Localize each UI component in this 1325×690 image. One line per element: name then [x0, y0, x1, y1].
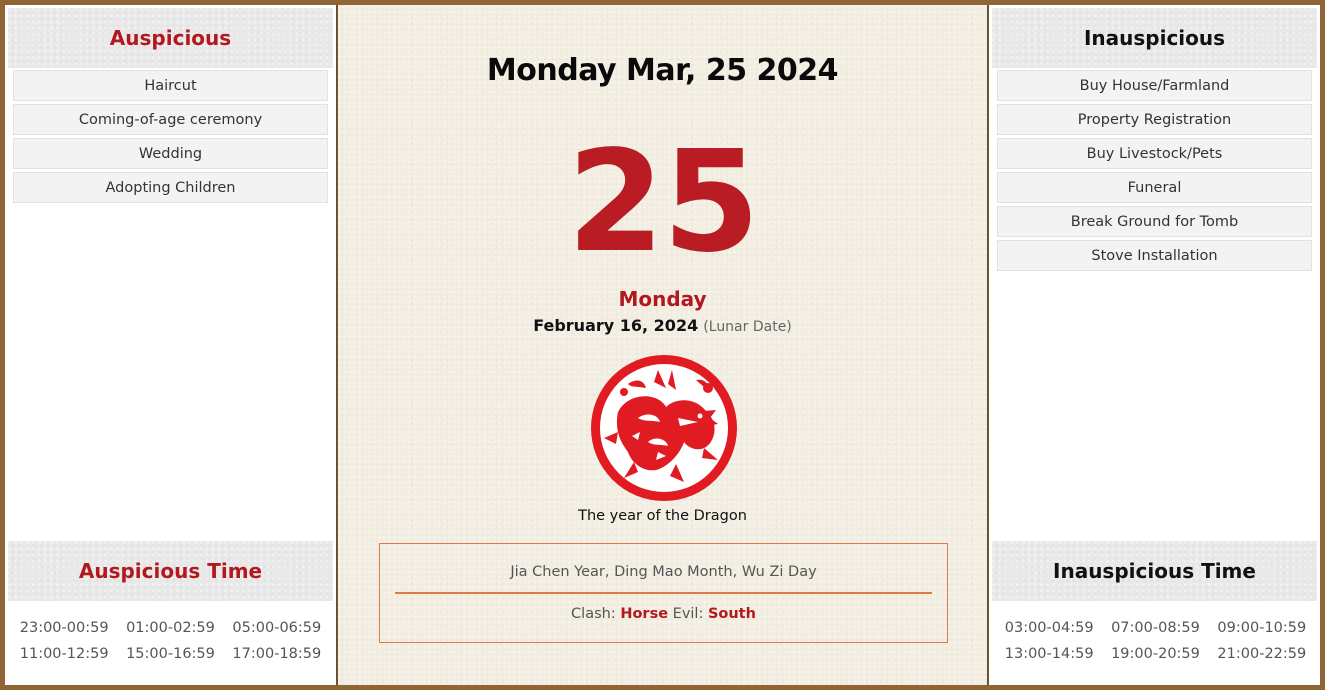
inauspicious-item[interactable]: Buy House/Farmland [997, 70, 1312, 101]
clash-evil-line: Clash: Horse Evil: South [380, 606, 947, 622]
info-divider [395, 592, 932, 594]
inauspicious-item[interactable]: Stove Installation [997, 240, 1312, 271]
auspicious-item[interactable]: Coming-of-age ceremony [13, 104, 328, 135]
inauspicious-heading: Inauspicious [992, 8, 1317, 68]
inauspicious-item[interactable]: Buy Livestock/Pets [997, 138, 1312, 169]
time-slot: 01:00-02:59 [126, 620, 215, 636]
ganzhi-text: Jia Chen Year, Ding Mao Month, Wu Zi Day [510, 564, 817, 580]
dragon-papercut-icon [591, 355, 737, 501]
time-slot: 23:00-00:59 [19, 620, 109, 636]
inauspicious-item[interactable]: Funeral [997, 172, 1312, 203]
time-slot: 03:00-04:59 [1004, 620, 1094, 636]
inauspicious-list: Buy House/Farmland Property Registration… [997, 70, 1312, 274]
lunar-date-value: February 16, 2024 [533, 316, 699, 335]
time-slot: 21:00-22:59 [1217, 646, 1307, 662]
time-slot: 19:00-20:59 [1111, 646, 1200, 662]
auspicious-list: Haircut Coming-of-age ceremony Wedding A… [13, 70, 328, 206]
auspicious-item[interactable]: Wedding [13, 138, 328, 169]
auspicious-item[interactable]: Adopting Children [13, 172, 328, 203]
time-slot: 17:00-18:59 [232, 646, 322, 662]
auspicious-sidebar: Auspicious Haircut Coming-of-age ceremon… [5, 5, 335, 685]
auspicious-heading: Auspicious [8, 8, 333, 68]
zodiac-year-caption: The year of the Dragon [578, 508, 747, 524]
inauspicious-item[interactable]: Property Registration [997, 104, 1312, 135]
time-slot: 05:00-06:59 [232, 620, 322, 636]
evil-value: South [707, 606, 756, 622]
clash-label: Clash: [571, 606, 616, 622]
date-panel: Monday Mar, 25 2024 25 Monday February 1… [336, 5, 989, 685]
time-slot: 09:00-10:59 [1217, 620, 1307, 636]
lunar-date: February 16, 2024 (Lunar Date) [338, 316, 987, 335]
auspicious-time-grid: 23:00-00:59 01:00-02:59 05:00-06:59 11:0… [5, 618, 335, 664]
time-slot: 13:00-14:59 [1004, 646, 1094, 662]
almanac-frame: Auspicious Haircut Coming-of-age ceremon… [5, 5, 1320, 685]
clash-value: Horse [620, 606, 669, 622]
day-number: 25 [567, 121, 760, 284]
inauspicious-time-grid: 03:00-04:59 07:00-08:59 09:00-10:59 13:0… [990, 618, 1320, 664]
inauspicious-item[interactable]: Break Ground for Tomb [997, 206, 1312, 237]
time-slot: 07:00-08:59 [1111, 620, 1200, 636]
inauspicious-sidebar: Inauspicious Buy House/Farmland Property… [990, 5, 1320, 685]
auspicious-item[interactable]: Haircut [13, 70, 328, 101]
time-slot: 11:00-12:59 [19, 646, 109, 662]
ganzhi-info-box: Jia Chen Year, Ding Mao Month, Wu Zi Day… [379, 543, 948, 643]
time-slot: 15:00-16:59 [126, 646, 215, 662]
auspicious-time-heading: Auspicious Time [8, 541, 333, 601]
lunar-date-note: (Lunar Date) [703, 319, 792, 335]
evil-label: Evil: [672, 606, 704, 622]
inauspicious-time-heading: Inauspicious Time [992, 541, 1317, 601]
page-title: Monday Mar, 25 2024 [486, 53, 839, 88]
weekday-label: Monday [618, 287, 707, 311]
